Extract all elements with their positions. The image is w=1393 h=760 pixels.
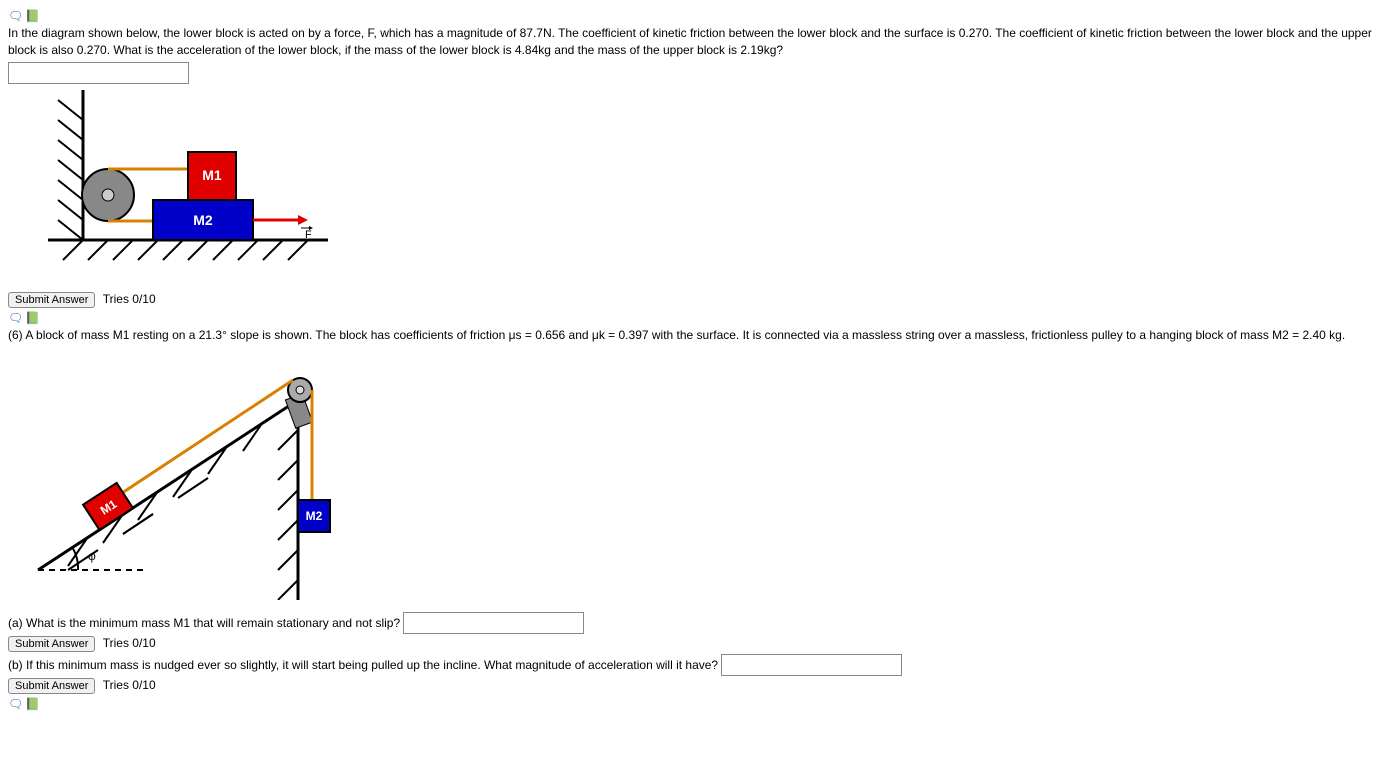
discuss-icon[interactable] xyxy=(8,697,22,711)
q2a-submit-button[interactable]: Submit Answer xyxy=(8,636,95,652)
q2b-text: (b) If this minimum mass is nudged ever … xyxy=(8,658,718,672)
question-icons xyxy=(8,8,1385,23)
q2b-answer-input[interactable] xyxy=(721,654,902,676)
q1-diagram: M2 M1 F xyxy=(8,90,1385,280)
q2-text: (6) A block of mass M1 resting on a 21.3… xyxy=(8,327,1385,344)
svg-text:M2: M2 xyxy=(306,509,323,523)
svg-text:φ: φ xyxy=(88,549,96,563)
bookmark-icon[interactable] xyxy=(25,9,39,23)
q1-submit-button[interactable]: Submit Answer xyxy=(8,292,95,308)
q2b-submit-button[interactable]: Submit Answer xyxy=(8,678,95,694)
svg-text:F: F xyxy=(305,229,312,241)
svg-text:M1: M1 xyxy=(202,167,222,183)
q2b-tries: Tries 0/10 xyxy=(103,678,156,692)
q1-text: In the diagram shown below, the lower bl… xyxy=(8,25,1385,59)
svg-text:M2: M2 xyxy=(193,212,213,228)
bookmark-icon[interactable] xyxy=(25,311,39,325)
bookmark-icon[interactable] xyxy=(25,697,39,711)
q1-tries: Tries 0/10 xyxy=(103,292,156,306)
question-icons-2 xyxy=(8,310,1385,325)
discuss-icon[interactable] xyxy=(8,9,22,23)
q2-diagram: φ M1 M2 xyxy=(8,350,1385,600)
q2a-tries: Tries 0/10 xyxy=(103,636,156,650)
q1-answer-input[interactable] xyxy=(8,62,189,84)
question-icons-3 xyxy=(8,696,1385,711)
q2a-text: (a) What is the minimum mass M1 that wil… xyxy=(8,616,400,630)
q2a-answer-input[interactable] xyxy=(403,612,584,634)
discuss-icon[interactable] xyxy=(8,311,22,325)
